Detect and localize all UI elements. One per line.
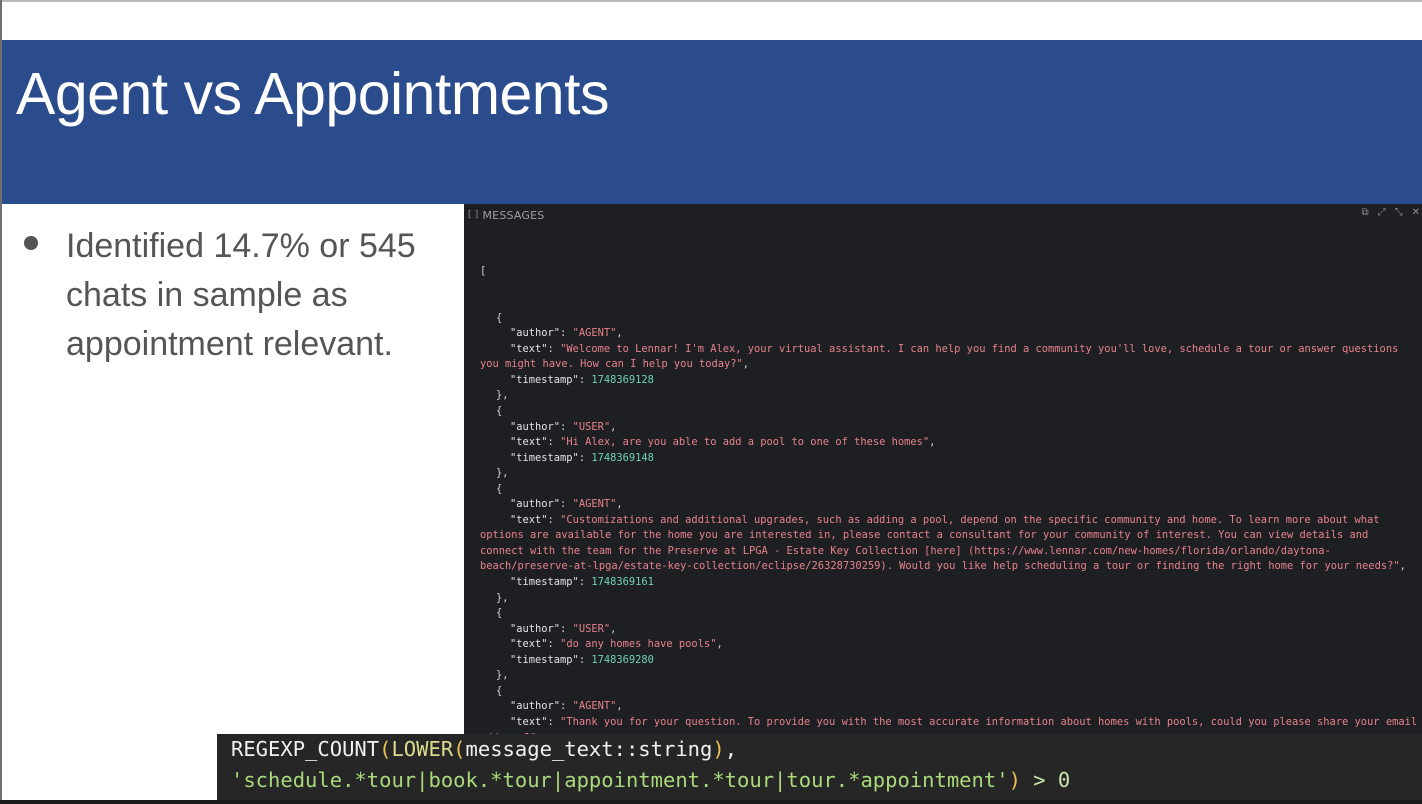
json-key: "author" bbox=[510, 700, 561, 713]
json-key: "timestamp" bbox=[510, 576, 579, 589]
json-comma: , bbox=[742, 358, 750, 371]
json-key: "timestamp" bbox=[510, 653, 579, 666]
json-field-text: "text": "do any homes have pools", bbox=[480, 637, 1418, 653]
json-comma: , bbox=[616, 700, 623, 713]
bullet-text: Identified 14.7% or 545 chats in sample … bbox=[66, 227, 416, 363]
regex-comparison: > 0 bbox=[1033, 768, 1071, 792]
json-object-close: }, bbox=[496, 669, 509, 682]
json-colon: : bbox=[547, 715, 561, 728]
bullet-dot-icon bbox=[24, 236, 38, 250]
json-key: "timestamp" bbox=[510, 451, 579, 464]
regex-arg: message_text::string bbox=[465, 737, 713, 761]
json-key: "text" bbox=[510, 342, 548, 355]
slide-title: Agent vs Appointments bbox=[16, 61, 609, 127]
json-object-open: { bbox=[496, 311, 503, 324]
json-object-open: { bbox=[496, 607, 503, 620]
json-key: "text" bbox=[510, 436, 548, 449]
json-value-text: "Welcome to Lennar! I'm Alex, your virtu… bbox=[480, 342, 1405, 371]
copy-icon[interactable]: ⧉ bbox=[1361, 207, 1368, 218]
json-open-bracket: [ bbox=[480, 265, 487, 278]
json-field-author: "author": "USER", bbox=[480, 420, 1418, 436]
json-viewer[interactable]: [ {"author": "AGENT", "text": "Welcome to… bbox=[480, 233, 1418, 777]
json-object-close: }, bbox=[496, 389, 509, 402]
json-colon: : bbox=[560, 498, 573, 511]
json-colon: : bbox=[547, 638, 561, 651]
panel-header: [ ] MESSAGES bbox=[468, 207, 544, 223]
json-key: "author" bbox=[510, 327, 561, 340]
json-value-timestamp: 1748369161 bbox=[591, 576, 654, 589]
json-value-author: "USER" bbox=[572, 420, 611, 433]
json-field-timestamp: "timestamp": 1748369148 bbox=[480, 451, 1418, 467]
expand-icon[interactable]: ⤢ bbox=[1378, 207, 1386, 218]
json-key: "text" bbox=[510, 638, 548, 651]
json-object-open: { bbox=[496, 405, 503, 418]
json-colon: : bbox=[547, 513, 561, 526]
regex-expression: REGEXP_COUNT(LOWER(message_text::string)… bbox=[231, 737, 1071, 792]
json-value-author: "AGENT" bbox=[572, 498, 617, 511]
json-colon: : bbox=[560, 700, 573, 713]
json-field-author: "author": "AGENT", bbox=[480, 699, 1418, 715]
json-key: "text" bbox=[510, 513, 548, 526]
messages-panel: [ ] MESSAGES ⧉ ⤢ ⤡ ✕ [ { "author": "AGENT… bbox=[464, 204, 1422, 800]
json-comma: , bbox=[616, 498, 623, 511]
json-colon: : bbox=[578, 576, 592, 589]
collapse-icon[interactable]: ⤡ bbox=[1395, 207, 1403, 218]
json-field-text: "text": "Welcome to Lennar! I'm Alex, yo… bbox=[480, 342, 1418, 373]
panel-header-label: MESSAGES bbox=[482, 208, 545, 222]
json-colon: : bbox=[578, 373, 592, 386]
json-key: "timestamp" bbox=[510, 373, 579, 386]
json-colon: : bbox=[547, 342, 561, 355]
json-object-open: { bbox=[496, 684, 503, 697]
json-object-close: }, bbox=[496, 467, 509, 480]
json-value-author: "AGENT" bbox=[572, 700, 617, 713]
bracket-icon: [ ] bbox=[468, 210, 479, 220]
json-comma: , bbox=[610, 420, 617, 433]
regex-fn-inner: LOWER bbox=[391, 737, 454, 761]
json-key: "author" bbox=[510, 622, 561, 635]
top-border bbox=[0, 0, 1422, 2]
json-value-timestamp: 1748369148 bbox=[591, 451, 654, 464]
json-comma: , bbox=[1399, 560, 1406, 573]
regex-pattern: 'schedule.*tour|book.*tour|appointment.*… bbox=[231, 768, 1009, 792]
json-value-timestamp: 1748369128 bbox=[591, 373, 654, 386]
bullet-item: Identified 14.7% or 545 chats in sample … bbox=[24, 222, 444, 369]
json-field-text: "text": "Hi Alex, are you able to add a … bbox=[480, 435, 1418, 451]
regex-code-bar: REGEXP_COUNT(LOWER(message_text::string)… bbox=[217, 734, 1422, 800]
json-value-text: "do any homes have pools" bbox=[560, 638, 717, 651]
bottom-border bbox=[0, 800, 1422, 804]
json-field-text: "text": "Customizations and additional u… bbox=[480, 513, 1418, 575]
json-field-author: "author": "AGENT", bbox=[480, 497, 1418, 513]
json-value-author: "AGENT" bbox=[572, 327, 617, 340]
json-colon: : bbox=[578, 451, 592, 464]
json-comma: , bbox=[610, 622, 617, 635]
json-object-open: { bbox=[496, 482, 503, 495]
json-key: "author" bbox=[510, 420, 561, 433]
json-field-timestamp: "timestamp": 1748369161 bbox=[480, 575, 1418, 591]
json-value-author: "USER" bbox=[572, 622, 611, 635]
json-field-author: "author": "AGENT", bbox=[480, 326, 1418, 342]
regex-fn-outer: REGEXP_COUNT bbox=[231, 737, 380, 761]
json-comma: , bbox=[616, 327, 623, 340]
json-colon: : bbox=[560, 327, 573, 340]
json-colon: : bbox=[578, 653, 592, 666]
bullet-list: Identified 14.7% or 545 chats in sample … bbox=[24, 222, 444, 369]
json-field-timestamp: "timestamp": 1748369280 bbox=[480, 653, 1418, 669]
json-comma: , bbox=[716, 638, 723, 651]
json-colon: : bbox=[560, 420, 573, 433]
json-value-text: "Hi Alex, are you able to add a pool to … bbox=[560, 436, 930, 449]
panel-controls: ⧉ ⤢ ⤡ ✕ bbox=[1361, 207, 1420, 218]
json-key: "text" bbox=[510, 715, 548, 728]
json-colon: : bbox=[547, 436, 561, 449]
json-comma: , bbox=[929, 436, 936, 449]
json-value-timestamp: 1748369280 bbox=[591, 653, 654, 666]
json-object-close: }, bbox=[496, 591, 509, 604]
close-icon[interactable]: ✕ bbox=[1412, 207, 1420, 218]
json-value-text: "Customizations and additional upgrades,… bbox=[480, 513, 1400, 573]
json-field-timestamp: "timestamp": 1748369128 bbox=[480, 373, 1418, 389]
json-key: "author" bbox=[510, 498, 561, 511]
json-field-author: "author": "USER", bbox=[480, 622, 1418, 638]
json-colon: : bbox=[560, 622, 573, 635]
